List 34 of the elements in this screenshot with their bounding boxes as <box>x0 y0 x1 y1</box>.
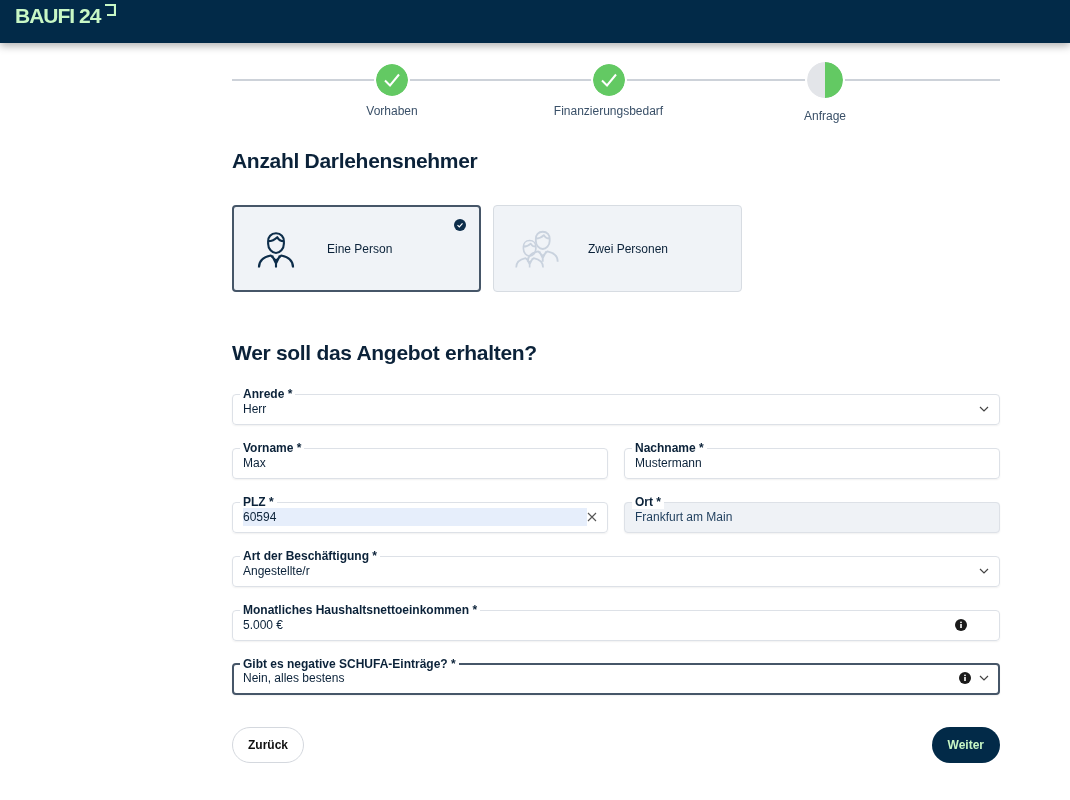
chevron-down-icon <box>979 405 989 412</box>
clear-icon[interactable] <box>587 511 597 522</box>
chevron-down-icon <box>979 675 989 681</box>
logo-icon <box>104 4 117 16</box>
next-button[interactable]: Weiter <box>931 727 1000 763</box>
borrower-option[interactable]: Zwei Personen <box>493 205 742 292</box>
select-field[interactable]: Gibt es negative SCHUFA-Einträge? * Nein, alles bestens <box>232 657 1000 695</box>
text-field[interactable]: Nachname * Mustermann <box>624 441 1000 479</box>
field-label: Ort * <box>632 495 664 509</box>
field-label: Anrede * <box>240 387 296 401</box>
field-label: Vorname * <box>240 441 305 455</box>
text-field[interactable]: Monatliches Haushaltsnettoeinkommen * 5.000 € <box>232 603 1000 641</box>
field-label: Gibt es negative SCHUFA-Einträge? * <box>240 657 459 671</box>
logo-text: BAUFI 24 <box>15 4 101 28</box>
select-field[interactable]: Anrede * Herr <box>232 387 1000 425</box>
field-label: Monatliches Haushaltsnettoeinkommen * <box>240 603 481 617</box>
text-field[interactable]: Ort * Frankfurt am Main <box>624 495 1000 533</box>
field-label: Art der Beschäftigung * <box>240 549 380 563</box>
text-field[interactable]: Vorname * Max <box>232 441 608 479</box>
field-label: PLZ * <box>240 495 277 509</box>
select-field[interactable]: Art der Beschäftigung * Angestellte/r <box>232 549 1000 587</box>
info-icon[interactable] <box>955 618 967 631</box>
step-label: Vorhaben <box>366 104 418 118</box>
section-heading: Anzahl Darlehensnehmer <box>232 149 479 173</box>
back-button[interactable]: Zurück <box>232 727 304 763</box>
section-heading: Wer soll das Angebot erhalten? <box>232 341 538 365</box>
borrower-option[interactable]: Eine Person <box>232 205 481 292</box>
step-label: Anfrage <box>804 109 846 123</box>
chevron-down-icon <box>979 567 989 574</box>
text-field[interactable]: PLZ * 60594 <box>232 495 608 533</box>
step-label: Finanzierungsbedarf <box>553 104 664 118</box>
info-icon[interactable] <box>959 672 971 684</box>
checkmark-icon <box>454 219 466 231</box>
field-label: Nachname * <box>632 441 707 455</box>
